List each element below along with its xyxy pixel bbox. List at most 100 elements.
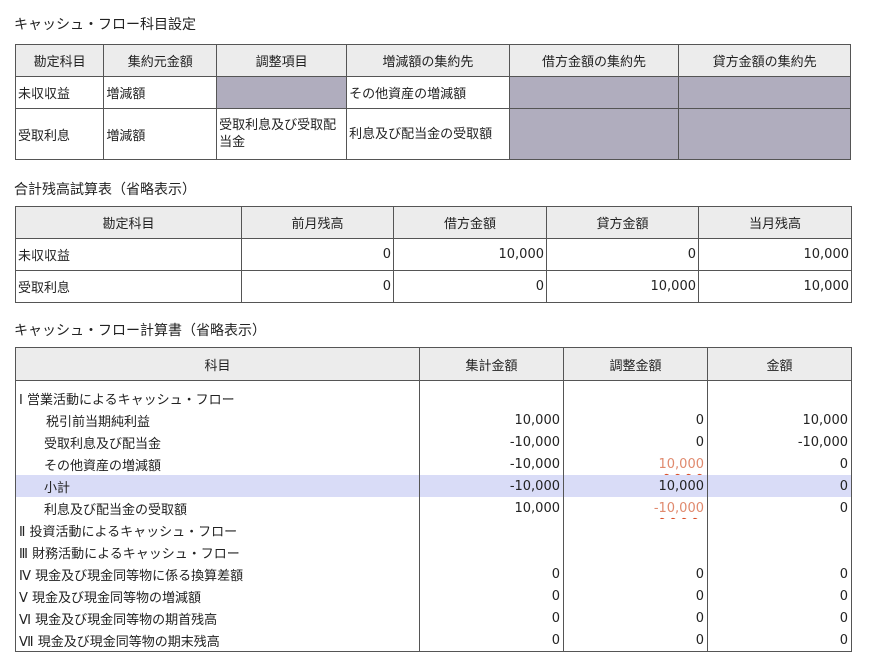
table-row: その他資産の増減額 -10,000 10,000 0 (15, 453, 852, 475)
cell-item: Ⅳ 現金及び現金同等物に係る換算差額 (15, 563, 420, 585)
table-row: 受取利息 0 0 10,000 10,000 (15, 270, 852, 303)
header-credit: 貸方金額 (546, 206, 699, 239)
cell-sum: 10,000 (419, 409, 564, 431)
cell-adjustment: 0 (563, 607, 708, 629)
cell-item: Ⅲ 財務活動によるキャッシュ・フロー (15, 541, 420, 563)
cell-current-balance: 10,000 (698, 238, 852, 271)
cell-adjustment (563, 380, 708, 409)
section2-title: 合計残高試算表（省略表示） (14, 182, 196, 198)
cell-amount: 0 (707, 453, 852, 475)
cell-amount: 0 (707, 607, 852, 629)
cell-prev-balance: 0 (241, 238, 394, 271)
header-debit-target: 借方金額の集約先 (508, 44, 680, 77)
cell-amount: 10,000 (707, 409, 852, 431)
section1-title: キャッシュ・フロー科目設定 (14, 17, 196, 33)
table-row: Ⅴ 現金及び現金同等物の増減額 0 0 0 (15, 585, 852, 607)
header-sum: 集計金額 (419, 347, 564, 381)
cell-item: Ⅱ 投資活動によるキャッシュ・フロー (15, 519, 420, 541)
cell-item: Ⅰ 営業活動によるキャッシュ・フロー (15, 380, 420, 409)
cell-amount: 0 (707, 475, 852, 497)
table-row: 未収収益 増減額 その他資産の増減額 (14, 76, 851, 109)
header-prev-balance: 前月残高 (241, 206, 394, 239)
cell-amount (707, 541, 852, 563)
cell-adjustment (563, 519, 708, 541)
cell-debit-target[interactable] (508, 76, 680, 109)
cell-item: 利息及び配当金の受取額 (15, 497, 420, 519)
trial-balance-table: 勘定科目 前月残高 借方金額 貸方金額 当月残高 未収収益 0 10,000 0… (15, 206, 852, 303)
table-row: 受取利息及び配当金 -10,000 0 -10,000 (15, 431, 852, 453)
table-header-row: 勘定科目 前月残高 借方金額 貸方金額 当月残高 (15, 206, 852, 239)
cell-source-amount[interactable]: 増減額 (103, 76, 218, 109)
header-adjustment: 調整金額 (563, 347, 708, 381)
table-row: 利息及び配当金の受取額 10,000 -10,000 0 (15, 497, 852, 519)
cell-sum: 10,000 (419, 497, 564, 519)
cell-amount (707, 380, 852, 409)
cell-sum: 0 (419, 563, 564, 585)
cell-item: Ⅴ 現金及び現金同等物の増減額 (15, 585, 420, 607)
header-adjustment-item: 調整項目 (216, 44, 348, 77)
table-row: Ⅶ 現金及び現金同等物の期末残高 0 0 0 (15, 629, 852, 652)
cell-sum: -10,000 (419, 431, 564, 453)
cell-adjustment-item[interactable] (216, 76, 348, 109)
cell-adjustment[interactable]: -10,000 (563, 497, 708, 519)
table-row: Ⅳ 現金及び現金同等物に係る換算差額 0 0 0 (15, 563, 852, 585)
cell-sum: -10,000 (419, 453, 564, 475)
cell-adjustment: 10,000 (563, 475, 708, 497)
cell-change-target[interactable]: 利息及び配当金の受取額 (346, 108, 510, 160)
cell-account[interactable]: 受取利息 (14, 108, 105, 160)
cell-adjustment: 0 (563, 409, 708, 431)
cell-item: その他資産の増減額 (15, 453, 420, 475)
cell-sum (419, 380, 564, 409)
cell-source-amount[interactable]: 増減額 (103, 108, 218, 160)
cell-amount: -10,000 (707, 431, 852, 453)
table-row: Ⅱ 投資活動によるキャッシュ・フロー (15, 519, 852, 541)
cell-adjustment-item[interactable]: 受取利息及び受取配当金 (216, 108, 348, 160)
adjustment-value: -10,000 (653, 500, 704, 516)
header-item: 科目 (15, 347, 420, 381)
cell-sum: 0 (419, 629, 564, 652)
cash-flow-statement-table: 科目 集計金額 調整金額 金額 Ⅰ 営業活動によるキャッシュ・フロー 税引前当期… (15, 347, 852, 652)
cell-amount: 0 (707, 585, 852, 607)
cell-prev-balance: 0 (241, 270, 394, 303)
cell-adjustment: 0 (563, 431, 708, 453)
cell-sum (419, 541, 564, 563)
cell-sum: -10,000 (419, 475, 564, 497)
table-header-row: 科目 集計金額 調整金額 金額 (15, 347, 852, 381)
table-row: Ⅵ 現金及び現金同等物の期首残高 0 0 0 (15, 607, 852, 629)
cell-item: 小計 (15, 475, 420, 497)
cell-adjustment[interactable]: 10,000 (563, 453, 708, 475)
cell-debit: 0 (393, 270, 547, 303)
header-change-target: 増減額の集約先 (346, 44, 510, 77)
cell-item: Ⅵ 現金及び現金同等物の期首残高 (15, 607, 420, 629)
cell-credit: 0 (546, 238, 699, 271)
table-row: 未収収益 0 10,000 0 10,000 (15, 238, 852, 271)
cell-adjustment: 0 (563, 563, 708, 585)
cell-amount (707, 519, 852, 541)
header-account: 勘定科目 (15, 206, 242, 239)
cf-account-settings-table: 勘定科目 集約元金額 調整項目 増減額の集約先 借方金額の集約先 貸方金額の集約… (14, 44, 851, 160)
cell-credit-target[interactable] (678, 108, 851, 160)
cell-sum: 0 (419, 607, 564, 629)
table-header-row: 勘定科目 集約元金額 調整項目 増減額の集約先 借方金額の集約先 貸方金額の集約… (14, 44, 851, 77)
cell-sum: 0 (419, 585, 564, 607)
cell-item: Ⅶ 現金及び現金同等物の期末残高 (15, 629, 420, 652)
table-row: 受取利息 増減額 受取利息及び受取配当金 利息及び配当金の受取額 (14, 108, 851, 160)
cell-credit: 10,000 (546, 270, 699, 303)
cell-amount: 0 (707, 629, 852, 652)
cell-adjustment: 0 (563, 585, 708, 607)
cell-amount: 0 (707, 497, 852, 519)
table-row: Ⅰ 営業活動によるキャッシュ・フロー (15, 380, 852, 409)
header-source-amount: 集約元金額 (103, 44, 218, 77)
cell-current-balance: 10,000 (698, 270, 852, 303)
cell-adjustment: 0 (563, 629, 708, 652)
table-row: Ⅲ 財務活動によるキャッシュ・フロー (15, 541, 852, 563)
cell-item: 税引前当期純利益 (15, 409, 420, 431)
header-account: 勘定科目 (14, 44, 105, 77)
cell-account[interactable]: 未収収益 (14, 76, 105, 109)
cell-account: 未収収益 (15, 238, 242, 271)
cell-change-target[interactable]: その他資産の増減額 (346, 76, 510, 109)
cell-debit-target[interactable] (508, 108, 680, 160)
adjustment-value: 10,000 (658, 456, 705, 472)
cell-amount: 0 (707, 563, 852, 585)
cell-credit-target[interactable] (678, 76, 851, 109)
